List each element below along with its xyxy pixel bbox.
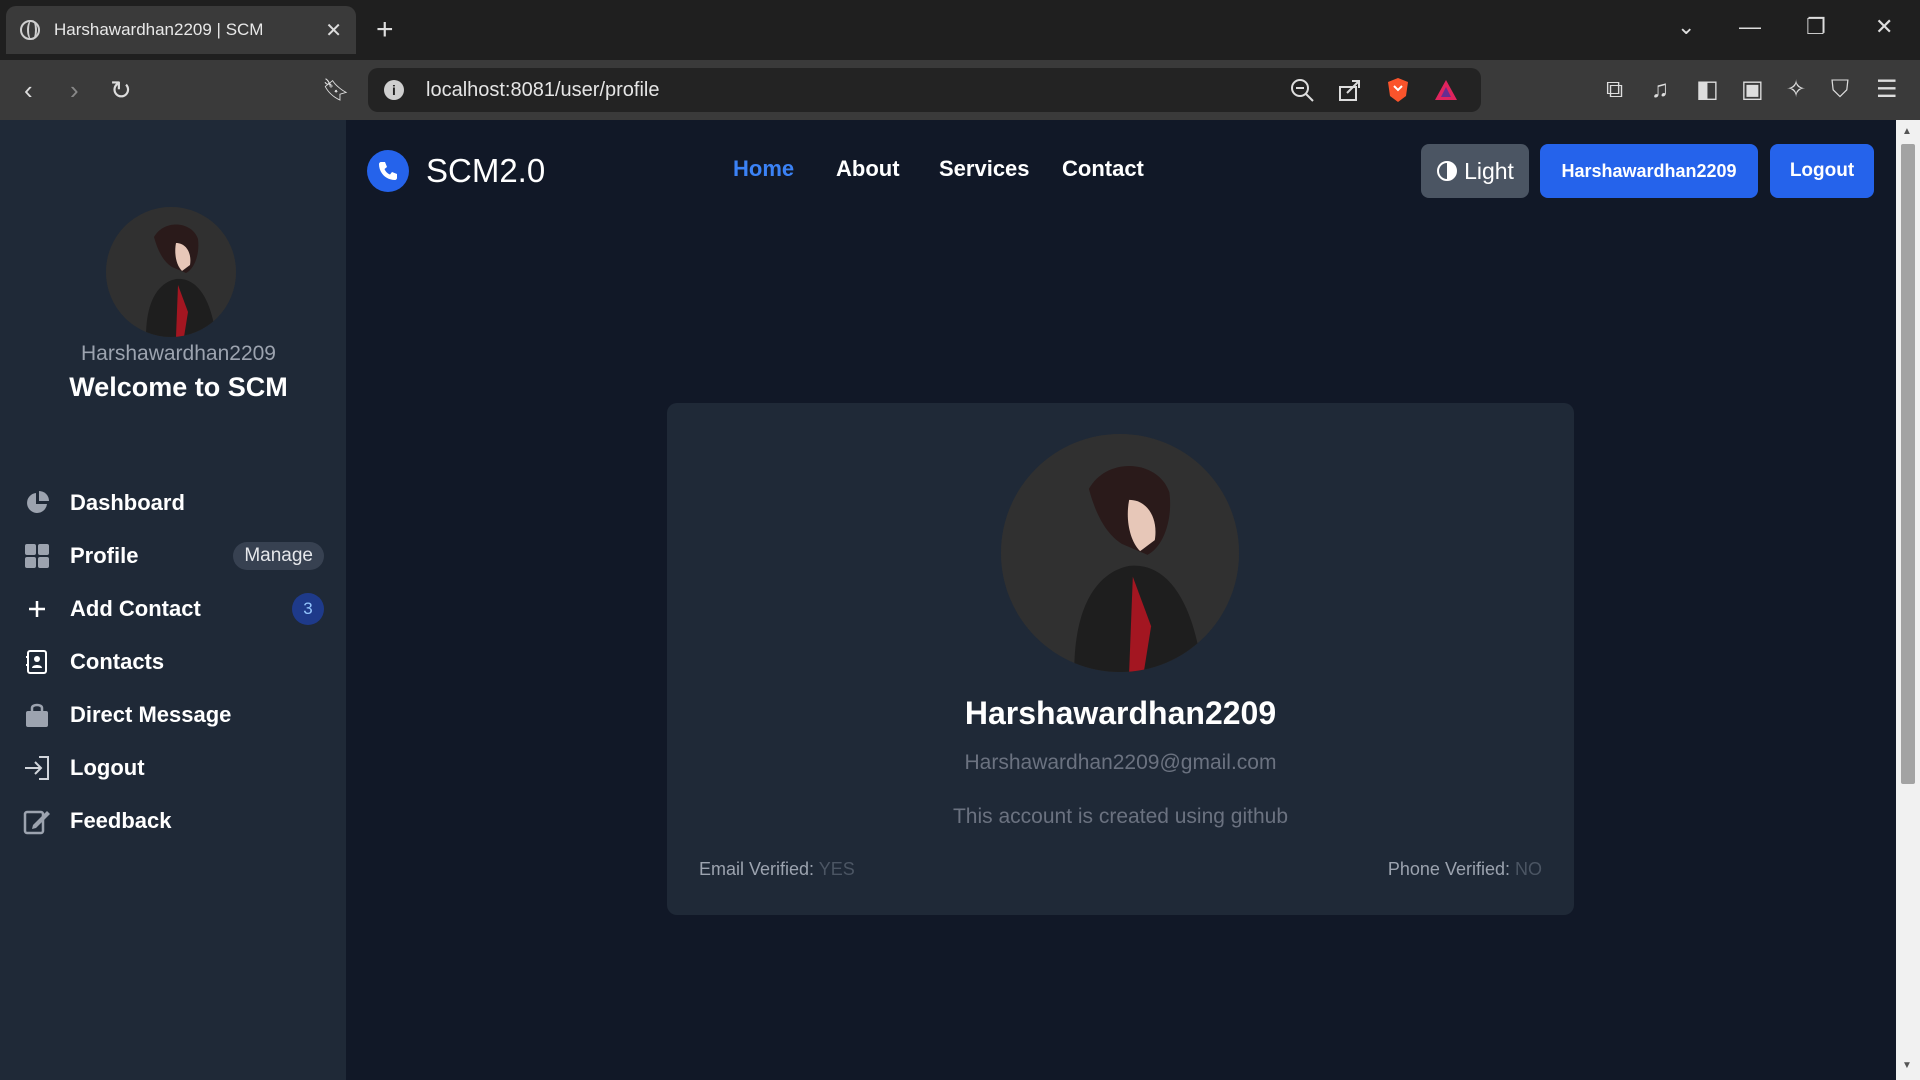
top-navbar: SCM2.0 Home About Services Contact Light… [346, 120, 1896, 220]
bookmark-icon[interactable]: 🔖︎ [322, 74, 350, 106]
tab-search-chevron-icon[interactable]: ⌄ [1677, 14, 1695, 40]
menu-icon[interactable]: ☰ [1876, 76, 1898, 104]
sidebar-toggle-icon[interactable]: ◧ [1696, 76, 1719, 104]
scroll-up-icon[interactable]: ▲ [1902, 126, 1912, 137]
tab-close-icon[interactable]: ✕ [325, 18, 342, 43]
new-tab-button[interactable]: + [376, 12, 394, 48]
tab-title: Harshawardhan2209 | SCM [54, 20, 264, 39]
share-icon[interactable] [1337, 77, 1363, 103]
app-viewport: Harshawardhan2209 Welcome to SCM Dashboa… [0, 120, 1896, 1080]
phone-verified-label: Phone Verified: [1387, 859, 1510, 879]
theme-toggle-label: Light [1464, 157, 1514, 184]
sidebar-item-label: Logout [70, 755, 145, 780]
restore-icon[interactable]: ❐ [1806, 14, 1826, 40]
window-close-icon[interactable]: ✕ [1875, 14, 1893, 40]
scroll-down-icon[interactable]: ▼ [1902, 1060, 1912, 1071]
browser-tabbar: Harshawardhan2209 | SCM ✕ + ⌄ — ❐ ✕ [0, 0, 1920, 60]
brand-name[interactable]: SCM2.0 [426, 150, 545, 192]
address-bar[interactable]: i localhost:8081/user/profile [368, 68, 1481, 112]
shopping-bag-icon [22, 700, 52, 730]
email-verified-status: Email Verified: YES [699, 859, 855, 880]
nav-link-services[interactable]: Services [939, 156, 1030, 182]
sidebar-item-dashboard[interactable]: Dashboard [22, 478, 324, 528]
sidebar: Harshawardhan2209 Welcome to SCM Dashboa… [0, 120, 346, 1080]
sidebar-item-label: Add Contact [70, 596, 201, 621]
sidebar-item-label: Dashboard [70, 490, 185, 515]
sidebar-item-label: Feedback [70, 808, 172, 833]
minimize-icon[interactable]: — [1739, 14, 1761, 40]
profile-avatar [1001, 434, 1239, 672]
sidebar-avatar [106, 207, 236, 337]
contrast-icon [1437, 161, 1458, 181]
contacts-book-icon [22, 647, 52, 677]
wallet-icon[interactable]: ▣ [1741, 76, 1764, 104]
sidebar-welcome: Welcome to SCM [69, 372, 288, 402]
reload-icon[interactable]: ↻ [110, 74, 132, 106]
nav-link-home[interactable]: Home [733, 156, 794, 182]
profile-card: Harshawardhan2209 Harshawardhan2209@gmai… [667, 403, 1574, 915]
sidebar-item-profile[interactable]: Profile Manage [22, 531, 324, 581]
profile-name: Harshawardhan2209 [964, 695, 1277, 731]
browser-toolbar: ‹ › ↻ 🔖︎ i localhost:8081/user/profile ⧉… [0, 60, 1920, 120]
phone-verified-status: Phone Verified: NO [1388, 859, 1542, 880]
sidebar-item-direct-message[interactable]: Direct Message [22, 690, 324, 740]
sidebar-item-logout[interactable]: Logout [22, 743, 324, 793]
phone-icon [367, 150, 409, 192]
sidebar-item-label: Direct Message [70, 702, 232, 727]
grid-icon [22, 541, 52, 571]
media-icon[interactable]: ♫ [1651, 76, 1669, 104]
scrollbar-thumb[interactable] [1901, 144, 1915, 784]
sidebar-username: Harshawardhan2209 [81, 342, 276, 365]
sidebar-item-feedback[interactable]: Feedback [22, 796, 324, 846]
logout-icon [22, 753, 52, 783]
back-icon[interactable]: ‹ [24, 74, 33, 106]
sidebar-item-label: Contacts [70, 649, 165, 674]
brave-rewards-icon[interactable] [1433, 78, 1459, 102]
nav-link-about[interactable]: About [836, 156, 900, 182]
browser-tab[interactable]: Harshawardhan2209 | SCM ✕ [6, 6, 356, 54]
contact-count-badge: 3 [292, 593, 324, 625]
edit-note-icon [22, 806, 52, 836]
email-verified-label: Email Verified: [699, 859, 815, 879]
theme-toggle-button[interactable]: Light [1421, 144, 1529, 198]
page-scrollbar[interactable]: ▲ ▼ [1896, 120, 1920, 1080]
leo-ai-icon[interactable]: ✧ [1786, 76, 1806, 104]
nav-link-contact[interactable]: Contact [1062, 156, 1144, 182]
vpn-icon[interactable]: ⛉ [1831, 76, 1849, 104]
manage-badge: Manage [233, 542, 324, 570]
email-verified-value: YES [818, 859, 855, 879]
url-text: localhost:8081/user/profile [426, 78, 660, 101]
user-button[interactable]: Harshawardhan2209 [1540, 144, 1758, 198]
brave-shield-icon[interactable] [1385, 76, 1411, 104]
extensions-icon[interactable]: ⧉ [1606, 76, 1623, 104]
sidebar-item-contacts[interactable]: Contacts [22, 637, 324, 687]
pie-chart-icon [22, 488, 52, 518]
globe-icon [20, 20, 40, 40]
profile-description: This account is created using github [952, 805, 1289, 828]
forward-icon[interactable]: › [70, 74, 79, 106]
zoom-out-icon[interactable] [1289, 77, 1315, 103]
site-info-icon[interactable]: i [384, 80, 404, 100]
phone-verified-value: NO [1515, 859, 1542, 879]
plus-icon [22, 594, 52, 624]
profile-email: Harshawardhan2209@gmail.com [964, 751, 1277, 774]
logout-button[interactable]: Logout [1770, 144, 1874, 198]
sidebar-item-label: Profile [70, 543, 139, 568]
sidebar-item-add-contact[interactable]: Add Contact 3 [22, 584, 324, 634]
